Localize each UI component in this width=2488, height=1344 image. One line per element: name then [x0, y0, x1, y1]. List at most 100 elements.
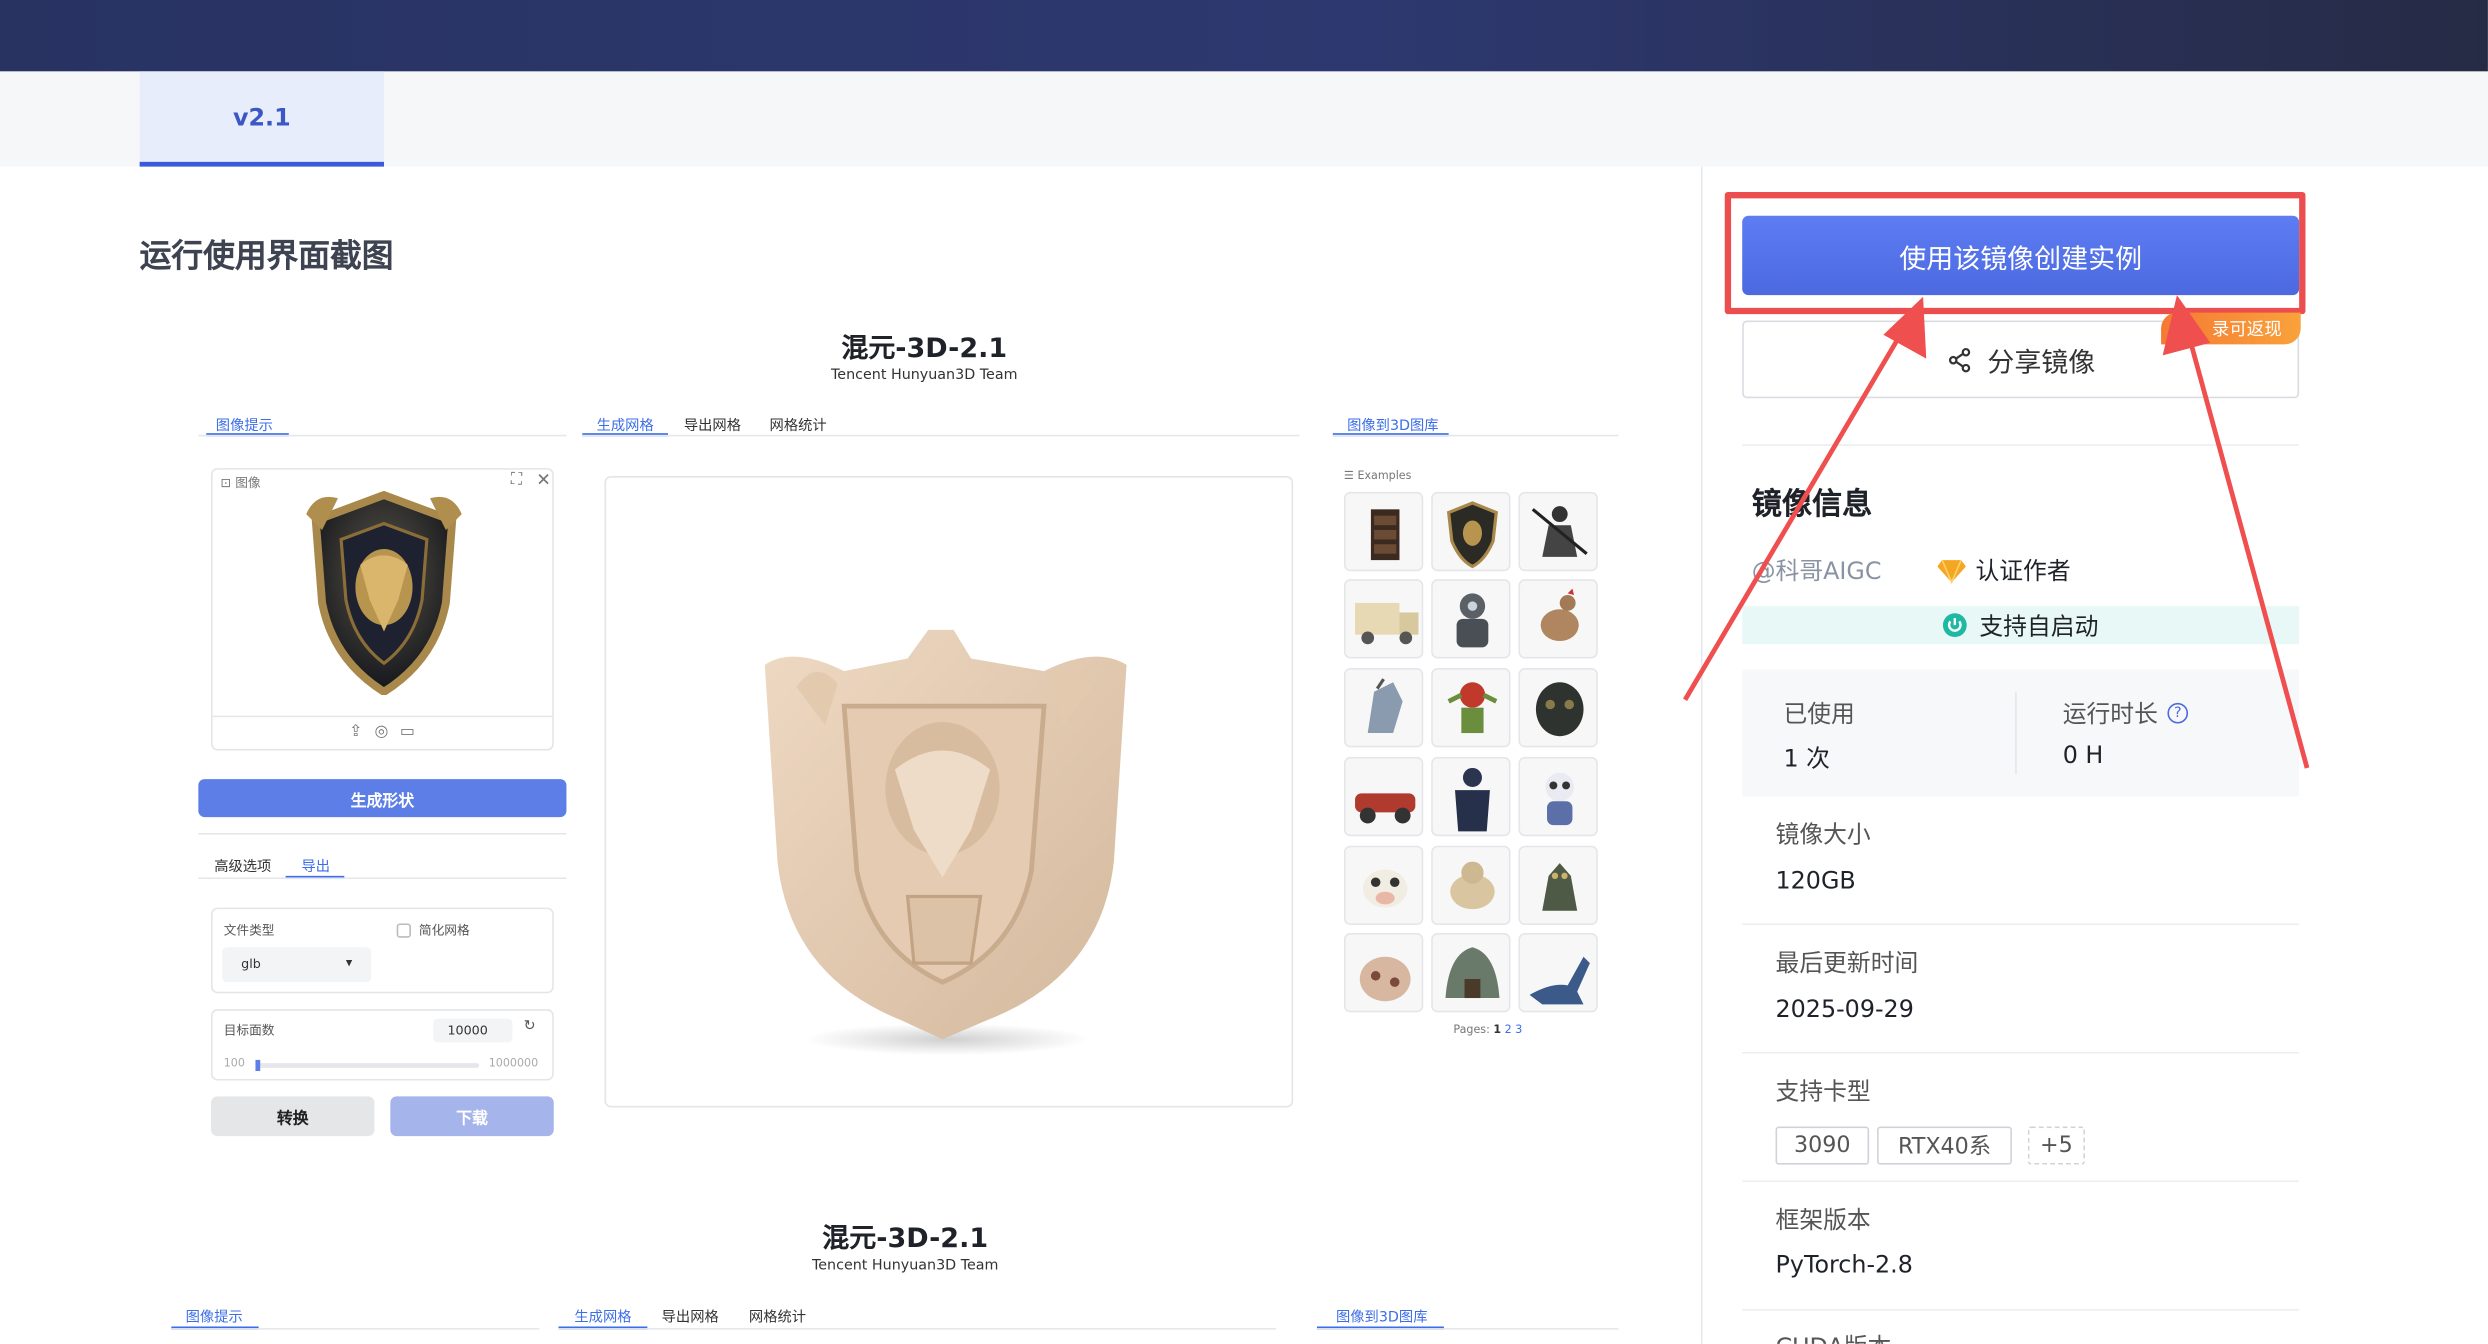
cuda-label: CUDA版本: [1776, 1330, 1892, 1344]
reset-icon[interactable]: ↻: [524, 1019, 536, 1035]
example-thumb[interactable]: [1518, 845, 1598, 926]
download-button[interactable]: 下载: [390, 1096, 554, 1137]
runtime-label-text: 运行时长: [2062, 699, 2158, 729]
example-thumb[interactable]: [1518, 579, 1598, 659]
used-label: 已使用: [1783, 699, 1855, 729]
sidebar-divider: [1742, 1180, 2300, 1183]
target-faces-panel: 目标面数 10000 ↻ 100 1000000: [211, 1009, 554, 1081]
certified-label: 认证作者: [1975, 556, 2071, 586]
clipboard-icon[interactable]: ▭: [400, 724, 415, 741]
app-screenshot-second: 混元-3D-2.1 Tencent Hunyuan3D Team 图像提示 生成…: [150, 1197, 1635, 1344]
gpu-more-chip[interactable]: +5: [2027, 1126, 2085, 1165]
used-value: 1 次: [1783, 744, 1830, 773]
horse-icon: [1367, 678, 1403, 734]
page-2[interactable]: 2: [1505, 1023, 1512, 1036]
runtime-label: 运行时长 ?: [2062, 697, 2189, 730]
example-thumb[interactable]: [1343, 668, 1424, 748]
example-thumb[interactable]: [1431, 932, 1511, 1013]
usage-stats: 已使用 1 次 运行时长 ? 0 H: [1742, 669, 2300, 797]
column-divider: [1700, 166, 1703, 1344]
file-type-select[interactable]: glb ▾: [222, 947, 372, 983]
cabinet-icon: [1370, 509, 1400, 561]
generate-shape-button[interactable]: 生成形状: [198, 779, 567, 818]
robot-icon: [1456, 593, 1489, 648]
webcam-icon[interactable]: ◎: [374, 724, 388, 741]
tab-generate-mesh[interactable]: 生成网格: [574, 1306, 631, 1327]
target-faces-slider[interactable]: [255, 1059, 480, 1072]
hero-icon: [1455, 767, 1490, 832]
autostart-banner: 支持自启动: [1742, 606, 2300, 645]
tab-image-to-3d-gallery[interactable]: 图像到3D图库: [1347, 414, 1439, 435]
tab-mesh-stats[interactable]: 网格统计: [770, 414, 827, 435]
image-label: ⊡ 图像: [220, 476, 261, 491]
fullscreen-icon[interactable]: ⛶: [511, 471, 522, 488]
section-title: 运行使用界面截图: [139, 236, 394, 275]
tab-export[interactable]: 导出: [301, 855, 330, 876]
house-icon: [1359, 956, 1411, 1002]
mask-icon: [1535, 682, 1584, 737]
image-frame-icon: ⊡: [220, 476, 232, 491]
slider-min-label: 100: [223, 1056, 245, 1070]
tab-divider: [1332, 434, 1619, 437]
page-3[interactable]: 3: [1515, 1023, 1522, 1036]
tab-image-prompt[interactable]: 图像提示: [186, 1306, 243, 1327]
app-title: 混元-3D-2.1: [822, 1223, 989, 1256]
example-thumb[interactable]: [1518, 756, 1598, 837]
share-label: 分享镜像: [1987, 347, 2096, 380]
example-thumb[interactable]: [1518, 932, 1598, 1013]
example-thumb[interactable]: [1431, 579, 1511, 659]
tab-advanced-options[interactable]: 高级选项: [214, 855, 271, 876]
size-value: 120GB: [1775, 866, 1856, 895]
slider-max-label: 1000000: [488, 1056, 539, 1070]
tab-mesh-stats[interactable]: 网格统计: [749, 1306, 806, 1327]
image-upload-panel[interactable]: ⊡ 图像 ⛶ ✕ ⇪ ◎ ▭: [211, 468, 554, 751]
example-thumb[interactable]: [1518, 668, 1598, 748]
gpu-label: 支持卡型: [1775, 1077, 1871, 1106]
tab-divider: [198, 434, 567, 437]
simplify-label: 简化网格: [418, 923, 470, 938]
tab-divider: [171, 1328, 540, 1330]
tab-export-mesh[interactable]: 导出网格: [662, 1306, 719, 1327]
app-subtitle: Tencent Hunyuan3D Team: [811, 1258, 999, 1275]
dragon-icon: [1542, 863, 1578, 911]
sidebar-divider: [1742, 1051, 2300, 1054]
example-thumb[interactable]: [1343, 845, 1424, 926]
gpu-chip: RTX40系: [1877, 1126, 2012, 1165]
upload-icon[interactable]: ⇪: [349, 724, 362, 741]
example-thumb[interactable]: [1343, 932, 1424, 1013]
size-label: 镜像大小: [1775, 820, 1871, 849]
tab-export-mesh[interactable]: 导出网格: [684, 414, 741, 435]
help-icon[interactable]: ?: [2167, 702, 2189, 724]
close-icon[interactable]: ✕: [536, 470, 551, 491]
example-thumb[interactable]: [1431, 491, 1511, 572]
chevron-down-icon: ▾: [345, 955, 353, 970]
example-thumb[interactable]: [1518, 491, 1598, 572]
tab-generate-mesh[interactable]: 生成网格: [597, 414, 654, 435]
page-1[interactable]: 1: [1493, 1023, 1501, 1036]
tab-divider: [198, 877, 567, 880]
pagination: Pages: 1 2 3: [1453, 1023, 1522, 1036]
shield-icon: [1446, 501, 1498, 569]
app-title: 混元-3D-2.1: [841, 333, 1008, 365]
tab-version[interactable]: v2.1: [139, 71, 384, 167]
simplify-checkbox[interactable]: [396, 923, 411, 938]
goblin-icon: [1447, 682, 1498, 734]
example-thumb[interactable]: [1343, 491, 1424, 572]
example-thumb[interactable]: [1343, 756, 1424, 837]
list-icon: ☰: [1343, 469, 1354, 483]
tab-image-to-3d-gallery[interactable]: 图像到3D图库: [1336, 1306, 1428, 1327]
example-thumb[interactable]: [1431, 668, 1511, 748]
example-thumb[interactable]: [1343, 579, 1424, 659]
share-icon: [1948, 347, 1970, 372]
slider-handle[interactable]: [255, 1059, 261, 1072]
updated-value: 2025-09-29: [1775, 994, 1914, 1024]
convert-button[interactable]: 转换: [211, 1096, 375, 1137]
target-faces-input[interactable]: 10000: [433, 1018, 513, 1043]
tab-image-prompt[interactable]: 图像提示: [216, 414, 273, 435]
example-thumb[interactable]: [1431, 756, 1511, 837]
author-link[interactable]: @科哥AIGC: [1752, 554, 1882, 587]
example-thumb[interactable]: [1431, 845, 1511, 926]
3d-viewer[interactable]: [604, 476, 1294, 1108]
options-divider: [198, 833, 567, 835]
tab-divider: [582, 434, 1300, 437]
